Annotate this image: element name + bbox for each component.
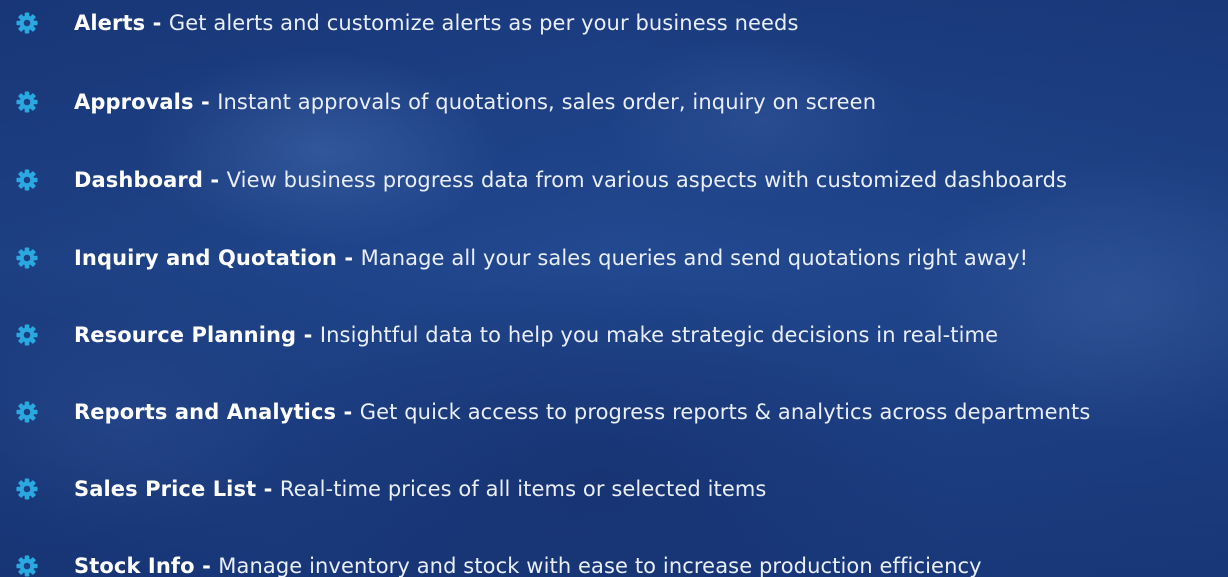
feature-separator: - — [202, 168, 227, 192]
feature-description: Insightful data to help you make strateg… — [319, 323, 999, 347]
gear-icon — [16, 324, 38, 346]
feature-title: Dashboard — [74, 168, 203, 192]
feature-description: Manage all your sales queries and send q… — [360, 246, 1029, 270]
feature-item-approvals: Approvals - Instant approvals of quotati… — [16, 82, 876, 122]
feature-description: Get quick access to progress reports & a… — [359, 400, 1091, 424]
feature-text: Approvals - Instant approvals of quotati… — [74, 90, 876, 114]
gear-icon — [16, 12, 38, 34]
gear-icon — [16, 91, 38, 113]
feature-description: Real-time prices of all items or selecte… — [279, 477, 767, 501]
feature-separator: - — [296, 323, 320, 347]
feature-title: Stock Info — [74, 554, 195, 577]
gear-icon — [16, 169, 38, 191]
gear-icon — [16, 247, 38, 269]
feature-item-resource-planning: Resource Planning - Insightful data to h… — [16, 315, 998, 355]
feature-title: Resource Planning — [74, 323, 297, 347]
feature-item-reports-analytics: Reports and Analytics - Get quick access… — [16, 392, 1090, 432]
feature-title: Alerts — [74, 11, 146, 35]
feature-separator: - — [194, 554, 219, 577]
feature-title: Approvals — [74, 90, 194, 114]
feature-item-sales-price-list: Sales Price List - Real-time prices of a… — [16, 469, 766, 509]
feature-separator: - — [336, 246, 361, 270]
feature-description: Get alerts and customize alerts as per y… — [168, 11, 799, 35]
feature-title: Reports and Analytics — [74, 400, 337, 424]
feature-text: Alerts - Get alerts and customize alerts… — [74, 11, 799, 35]
gear-icon — [16, 555, 38, 577]
feature-text: Stock Info - Manage inventory and stock … — [74, 554, 982, 577]
feature-separator: - — [336, 400, 360, 424]
feature-title: Sales Price List — [74, 477, 257, 501]
feature-text: Resource Planning - Insightful data to h… — [74, 323, 998, 347]
feature-description: Instant approvals of quotations, sales o… — [217, 90, 877, 114]
feature-item-inquiry-quotation: Inquiry and Quotation - Manage all your … — [16, 238, 1028, 278]
feature-description: Manage inventory and stock with ease to … — [218, 554, 982, 577]
feature-separator: - — [256, 477, 280, 501]
feature-item-stock-info: Stock Info - Manage inventory and stock … — [16, 546, 982, 577]
feature-item-dashboard: Dashboard - View business progress data … — [16, 160, 1067, 200]
gear-icon — [16, 478, 38, 500]
gear-icon — [16, 401, 38, 423]
feature-text: Inquiry and Quotation - Manage all your … — [74, 246, 1028, 270]
feature-banner: Alerts - Get alerts and customize alerts… — [0, 0, 1228, 577]
feature-separator: - — [145, 11, 169, 35]
feature-title: Inquiry and Quotation — [74, 246, 337, 270]
feature-description: View business progress data from various… — [226, 168, 1068, 192]
feature-item-alerts: Alerts - Get alerts and customize alerts… — [16, 3, 799, 43]
feature-text: Dashboard - View business progress data … — [74, 168, 1067, 192]
feature-separator: - — [193, 90, 218, 114]
feature-text: Reports and Analytics - Get quick access… — [74, 400, 1090, 424]
feature-text: Sales Price List - Real-time prices of a… — [74, 477, 766, 501]
